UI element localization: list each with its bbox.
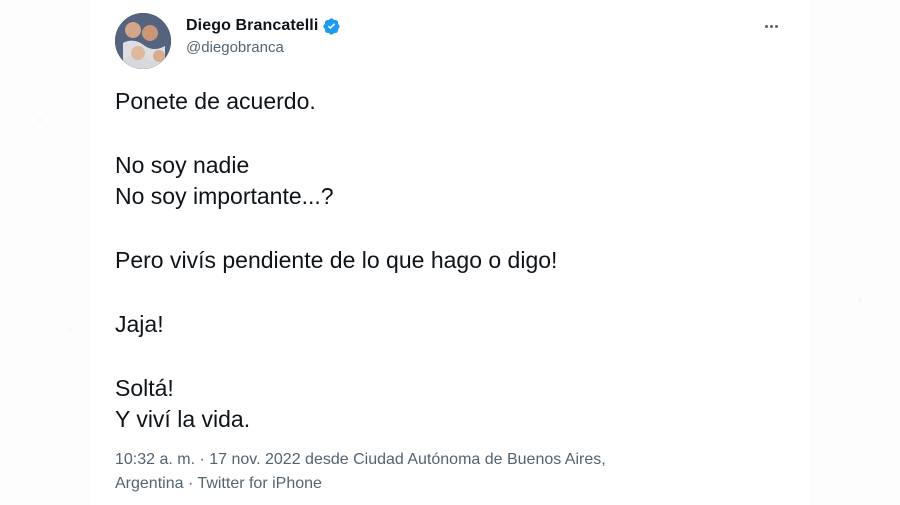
tweet-line: No soy importante...? [115, 183, 334, 209]
verified-badge-icon [322, 17, 341, 36]
tweet-gap [115, 340, 775, 373]
tweet-meta-line-2: Argentina · Twitter for iPhone [115, 475, 322, 492]
tweet-line: No soy nadie [115, 152, 250, 178]
user-handle[interactable]: @diegobranca [186, 39, 341, 56]
tweet-meta-line-1: 10:32 a. m. · 17 nov. 2022 desde Ciudad … [115, 451, 606, 468]
tweet-gap [115, 212, 775, 245]
more-dot [774, 24, 778, 28]
tweet-line: Jaja! [115, 311, 164, 337]
more-dot [764, 24, 768, 28]
tweet-line: Pero vivís pendiente de lo que hago o di… [115, 247, 558, 273]
tweet-gap [115, 117, 775, 150]
name-row: Diego Brancatelli [186, 14, 341, 38]
tweet-gap [115, 276, 775, 309]
more-dot [769, 24, 773, 28]
tweet-line: Ponete de acuerdo. [115, 88, 316, 114]
tweet-text: Ponete de acuerdo. No soy nadie No soy i… [115, 86, 775, 435]
avatar[interactable] [115, 13, 171, 69]
tweet-line: Soltá! [115, 375, 174, 401]
tweet-meta: 10:32 a. m. · 17 nov. 2022 desde Ciudad … [115, 448, 735, 496]
display-name[interactable]: Diego Brancatelli [186, 17, 318, 35]
more-icon[interactable] [758, 14, 784, 38]
author-block[interactable]: Diego Brancatelli @diegobranca [186, 14, 341, 56]
tweet-card: Diego Brancatelli @diegobranca Ponete de… [90, 0, 810, 505]
tweet-line: Y viví la vida. [115, 406, 251, 432]
